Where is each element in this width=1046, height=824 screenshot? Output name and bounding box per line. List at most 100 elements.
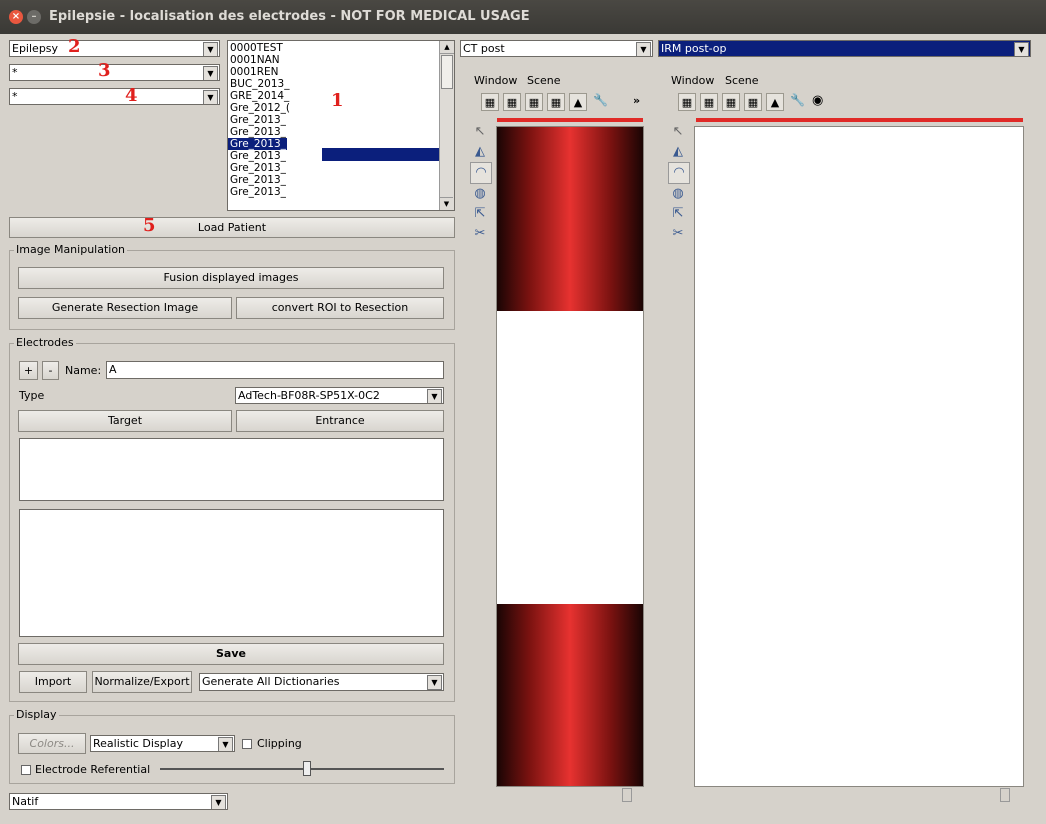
minimize-window-icon[interactable]: – bbox=[27, 10, 41, 24]
patient-list-item[interactable]: Gre_2013_ bbox=[228, 114, 454, 126]
referential-select[interactable]: Natif ▼ bbox=[9, 793, 228, 810]
patient-list-scrollbar[interactable]: ▲ ▼ bbox=[439, 41, 454, 210]
right-viewer-canvas[interactable] bbox=[694, 126, 1024, 787]
entrance-button[interactable]: Entrance bbox=[236, 410, 444, 432]
patient-list-item[interactable]: Gre_2013_ bbox=[228, 174, 454, 186]
patient-list-item[interactable]: 0001REN bbox=[228, 66, 454, 78]
translate-icon[interactable]: ⇱ bbox=[668, 204, 688, 224]
oblique-view-icon[interactable]: ▦ bbox=[547, 93, 565, 111]
patient-list-item[interactable]: Gre_2013_ bbox=[228, 186, 454, 198]
left-view-slice-bottom bbox=[497, 604, 643, 786]
cut-icon[interactable]: ✂ bbox=[470, 224, 490, 244]
scroll-up-icon[interactable]: ▲ bbox=[440, 41, 454, 54]
display-slider-track[interactable] bbox=[160, 768, 444, 770]
cut-icon[interactable]: ✂ bbox=[668, 224, 688, 244]
target-button[interactable]: Target bbox=[18, 410, 232, 432]
electrode-referential-checkbox[interactable] bbox=[21, 765, 31, 775]
add-electrode-button[interactable]: + bbox=[19, 361, 38, 380]
annotation-5: 5 bbox=[143, 215, 156, 236]
rotate-icon[interactable]: ◠ bbox=[668, 162, 690, 184]
coronal-view-icon[interactable]: ▦ bbox=[722, 93, 740, 111]
right-menu-window[interactable]: Window bbox=[671, 74, 714, 87]
electrode-name-label: Name: bbox=[65, 364, 102, 377]
pointer-icon[interactable]: ↖ bbox=[470, 122, 490, 142]
convert-roi-button[interactable]: convert ROI to Resection bbox=[236, 297, 444, 319]
filter-select-2[interactable]: * ▼ bbox=[9, 64, 220, 81]
electrode-name-input[interactable]: A bbox=[106, 361, 444, 379]
annotation-1: 1 bbox=[331, 90, 344, 111]
patient-list-item[interactable]: BUC_2013_ bbox=[228, 78, 454, 90]
left-menu-window[interactable]: Window bbox=[474, 74, 517, 87]
chevron-down-icon: ▼ bbox=[427, 389, 442, 403]
left-viewer-canvas[interactable] bbox=[496, 126, 644, 787]
scroll-down-icon[interactable]: ▼ bbox=[440, 197, 453, 210]
3d-view-icon[interactable]: ▲ bbox=[766, 93, 784, 111]
electrode-type-select[interactable]: AdTech-BF08R-SP51X-0C2 ▼ bbox=[235, 387, 444, 404]
clipping-checkbox[interactable] bbox=[242, 739, 252, 749]
oblique-view-icon[interactable]: ▦ bbox=[744, 93, 762, 111]
sagittal-view-icon[interactable]: ▦ bbox=[700, 93, 718, 111]
generate-resection-button[interactable]: Generate Resection Image bbox=[18, 297, 232, 319]
right-menu-scene[interactable]: Scene bbox=[725, 74, 759, 87]
slice-plane-icon[interactable]: ◭ bbox=[668, 142, 688, 162]
remove-electrode-button[interactable]: - bbox=[42, 361, 59, 380]
translate-icon[interactable]: ⇱ bbox=[470, 204, 490, 224]
left-view-red-bar bbox=[497, 118, 643, 122]
patient-list-item[interactable]: Gre_2013_ bbox=[228, 138, 287, 150]
patient-list-item[interactable]: 0000TEST bbox=[228, 42, 454, 54]
patient-list-item[interactable]: Gre_2013_ bbox=[228, 126, 454, 138]
display-mode-select[interactable]: Realistic Display ▼ bbox=[90, 735, 235, 752]
fusion-images-button[interactable]: Fusion displayed images bbox=[18, 267, 444, 289]
wrench-icon[interactable]: 🔧 bbox=[790, 93, 805, 107]
patient-selection-bar bbox=[322, 148, 440, 161]
sagittal-view-icon[interactable]: ▦ bbox=[503, 93, 521, 111]
right-toolbar: ▦ ▦ ▦ ▦ ▲ 🔧 ◉ bbox=[668, 90, 1023, 114]
electrodes-title: Electrodes bbox=[14, 336, 76, 349]
filter-select-3[interactable]: * ▼ bbox=[9, 88, 220, 105]
eye-icon[interactable]: ◉ bbox=[812, 93, 823, 108]
close-window-icon[interactable]: × bbox=[9, 10, 23, 24]
right-image-value: IRM post-op bbox=[661, 42, 727, 55]
dictionaries-value: Generate All Dictionaries bbox=[202, 675, 340, 688]
axial-view-icon[interactable]: ▦ bbox=[678, 93, 696, 111]
annotation-3: 3 bbox=[98, 60, 111, 81]
patient-list-item[interactable]: 0001NAN bbox=[228, 54, 454, 66]
save-button[interactable]: Save bbox=[18, 643, 444, 665]
protocol-select[interactable]: Epilepsy ▼ bbox=[9, 40, 220, 57]
more-tools-icon[interactable]: » bbox=[633, 94, 640, 107]
normalize-export-button[interactable]: Normalize/Export bbox=[92, 671, 192, 693]
colors-button[interactable]: Colors... bbox=[18, 733, 86, 754]
left-view-status-icon bbox=[622, 788, 632, 802]
rotate-icon[interactable]: ◠ bbox=[470, 162, 492, 184]
scroll-thumb[interactable] bbox=[441, 55, 453, 89]
left-side-toolbar: ↖ ◭ ◠ ◍ ⇱ ✂ bbox=[470, 122, 492, 277]
dictionaries-select[interactable]: Generate All Dictionaries ▼ bbox=[199, 673, 444, 691]
zoom-icon[interactable]: ◍ bbox=[668, 184, 688, 204]
axial-view-icon[interactable]: ▦ bbox=[481, 93, 499, 111]
coronal-view-icon[interactable]: ▦ bbox=[525, 93, 543, 111]
import-button[interactable]: Import bbox=[19, 671, 87, 693]
patient-list-item[interactable]: Gre_2013_ bbox=[228, 162, 454, 174]
filter-value-2: * bbox=[12, 66, 18, 79]
display-slider-handle[interactable] bbox=[303, 761, 312, 776]
right-view-status-icon bbox=[1000, 788, 1010, 802]
electrode-list[interactable] bbox=[19, 438, 444, 501]
entrance-label: Entrance bbox=[315, 414, 365, 427]
patient-list[interactable]: 0000TEST 0001NAN 0001REN BUC_2013_ GRE_2014_… bbox=[227, 40, 455, 211]
left-image-select[interactable]: CT post ▼ bbox=[460, 40, 653, 57]
load-patient-button[interactable]: Load Patient bbox=[9, 217, 455, 238]
left-menu-scene[interactable]: Scene bbox=[527, 74, 561, 87]
zoom-icon[interactable]: ◍ bbox=[470, 184, 490, 204]
wrench-icon[interactable]: 🔧 bbox=[593, 93, 608, 107]
3d-view-icon[interactable]: ▲ bbox=[569, 93, 587, 111]
electrode-contacts-list[interactable] bbox=[19, 509, 444, 637]
chevron-down-icon: ▼ bbox=[203, 90, 218, 104]
chevron-down-icon: ▼ bbox=[427, 675, 442, 690]
slice-plane-icon[interactable]: ◭ bbox=[470, 142, 490, 162]
electrode-type-label: Type bbox=[19, 389, 45, 402]
colors-label: Colors... bbox=[29, 737, 75, 750]
annotation-4: 4 bbox=[125, 85, 138, 106]
pointer-icon[interactable]: ↖ bbox=[668, 122, 688, 142]
plus-icon: + bbox=[23, 364, 34, 377]
right-image-select[interactable]: IRM post-op ▼ bbox=[658, 40, 1031, 57]
